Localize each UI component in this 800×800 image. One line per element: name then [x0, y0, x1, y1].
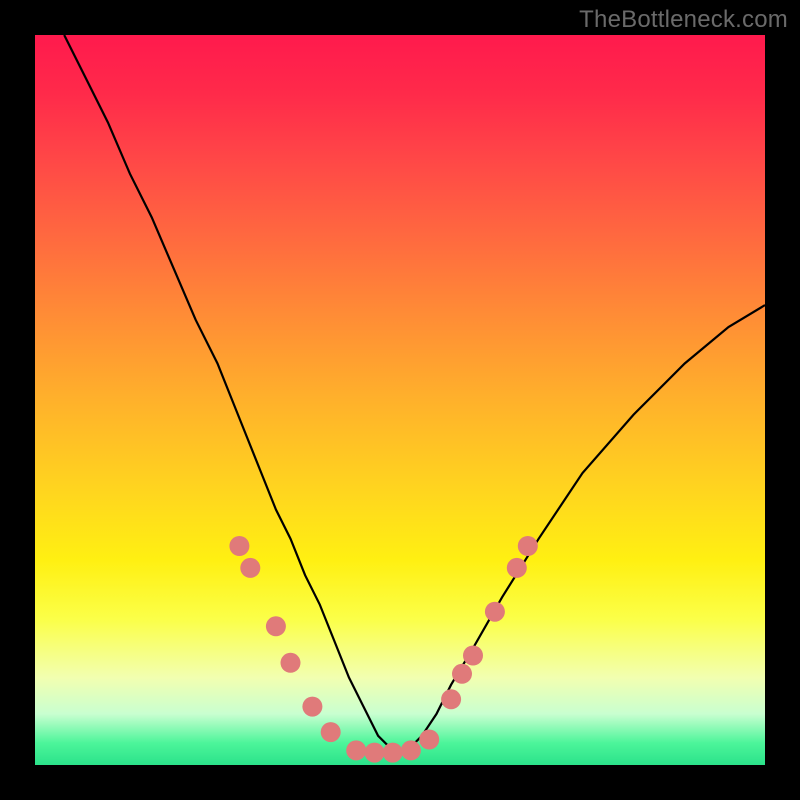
marker-dot [518, 536, 538, 556]
marker-dot [485, 602, 505, 622]
marker-dot [229, 536, 249, 556]
marker-dot [321, 722, 341, 742]
marker-dot [302, 697, 322, 717]
marker-dot [441, 689, 461, 709]
marker-dot [507, 558, 527, 578]
marker-dot [383, 743, 403, 763]
watermark-text: TheBottleneck.com [579, 6, 788, 34]
bottleneck-curve [64, 35, 765, 750]
marker-dot [281, 653, 301, 673]
curve-layer [35, 35, 765, 765]
marker-dot [240, 558, 260, 578]
plot-area [35, 35, 765, 765]
marker-dot [452, 664, 472, 684]
marker-dot [401, 740, 421, 760]
marker-dot [463, 646, 483, 666]
marker-dot [365, 743, 385, 763]
marker-dot [266, 616, 286, 636]
marker-dot [419, 730, 439, 750]
marker-group [229, 536, 537, 763]
marker-dot [346, 740, 366, 760]
chart-frame: TheBottleneck.com [0, 0, 800, 800]
